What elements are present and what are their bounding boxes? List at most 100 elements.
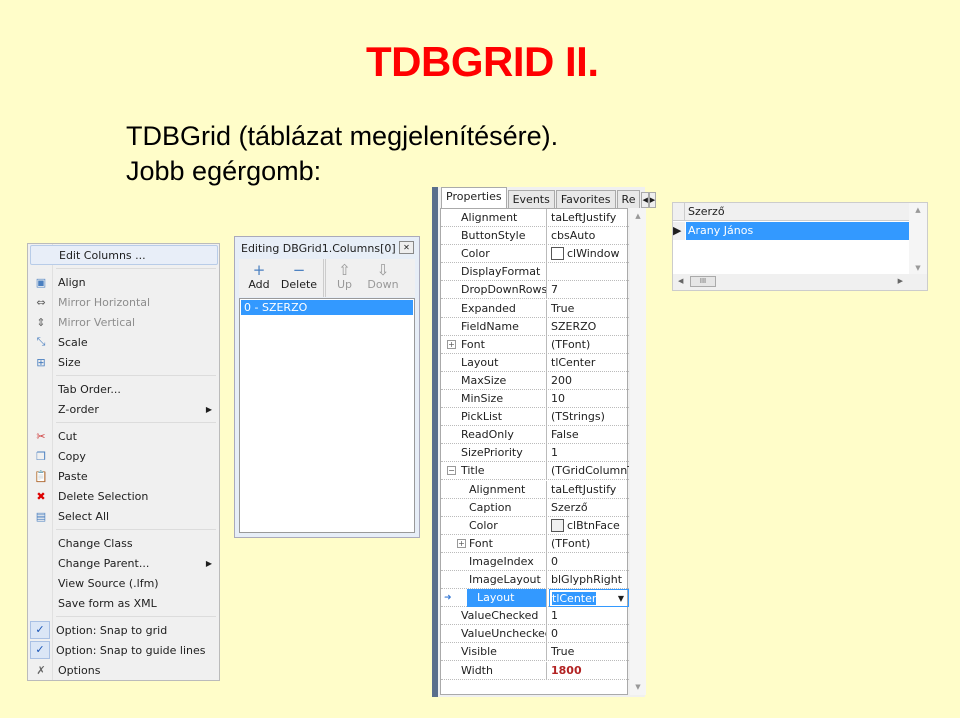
menu-item-paste[interactable]: 📋 Paste: [30, 466, 218, 486]
delete-button[interactable]: − Delete: [279, 259, 319, 297]
property-row[interactable]: MinSize 10: [441, 390, 629, 408]
property-value-text: 7: [551, 283, 558, 297]
delete-icon: ✖: [36, 489, 46, 503]
property-value: (TFont): [549, 336, 629, 354]
property-row[interactable]: MaxSize 200: [441, 371, 629, 390]
property-value-text: taLeftJustify: [551, 211, 617, 224]
menu-item-scale[interactable]: ⤡ Scale: [30, 332, 218, 352]
tab-re[interactable]: Re: [616, 190, 641, 208]
window-title: Editing DBGrid1.Columns[0]: [241, 241, 396, 255]
chevron-right-icon: ▶: [205, 404, 212, 414]
property-value: True: [549, 300, 629, 318]
collapse-icon[interactable]: −: [447, 466, 456, 476]
object-inspector: Properties Events Favorites Re ◀ ▶ Alignment t…: [432, 187, 657, 697]
property-row[interactable]: ValueUnchecked 0: [441, 625, 629, 644]
menu-item-option-snap-to-guide-lines[interactable]: ✓ Option: Snap to guide lines: [30, 640, 218, 660]
property-value: [549, 263, 629, 281]
property-row[interactable]: Caption Szerző: [441, 498, 629, 517]
menu-item-align[interactable]: ▣ Align: [30, 272, 218, 292]
column-header[interactable]: Szerző: [688, 203, 725, 221]
menu-item-option-snap-to-grid[interactable]: ✓ Option: Snap to grid: [30, 620, 218, 640]
property-name: MaxSize: [459, 371, 547, 390]
property-row[interactable]: ImageIndex 0: [441, 552, 629, 571]
expand-icon[interactable]: +: [447, 339, 456, 349]
horizontal-scrollbar[interactable]: ◀ III ▶: [673, 274, 927, 290]
tab-events[interactable]: Events: [507, 190, 555, 208]
property-value-text: (TFont): [551, 536, 591, 550]
property-row[interactable]: − Title (TGridColumnTi: [441, 462, 629, 481]
property-row[interactable]: Color clWindow: [441, 245, 629, 264]
property-row[interactable]: Alignment taLeftJustify: [441, 209, 629, 227]
menu-item-label: Tab Order...: [58, 382, 121, 396]
dropdown-arrow-icon[interactable]: ▼: [618, 590, 624, 606]
property-row[interactable]: Expanded True: [441, 299, 629, 318]
scrollbar[interactable]: ▲ ▼: [630, 208, 646, 695]
property-row[interactable]: ValueChecked 1: [441, 607, 629, 626]
property-value: False: [549, 426, 629, 444]
column-list[interactable]: 0 - SZERZO: [239, 298, 415, 533]
chevron-left-icon[interactable]: ◀: [641, 192, 649, 208]
property-row[interactable]: + Font (TFont): [441, 335, 629, 354]
dbgrid: Szerző ▶ Arany János ▲ ▼ ◀ III ▶: [672, 202, 928, 291]
add-label: Add: [248, 278, 270, 291]
property-row[interactable]: DisplayFormat: [441, 263, 629, 282]
color-swatch: [551, 247, 564, 261]
property-row[interactable]: Visible True: [441, 643, 629, 662]
menu-item-cut[interactable]: ✂ Cut: [30, 426, 218, 446]
menu-item-view-source-lfm[interactable]: View Source (.lfm): [30, 573, 218, 593]
menu-item-mirror-horizontal[interactable]: ⇔ Mirror Horizontal: [30, 292, 218, 312]
down-button[interactable]: ⇩ Down: [363, 259, 403, 297]
tab-properties[interactable]: Properties: [441, 187, 507, 208]
menu-item-copy[interactable]: ❐ Copy: [30, 446, 218, 466]
menu-item-mirror-vertical[interactable]: ⇕ Mirror Vertical: [30, 312, 218, 332]
property-row[interactable]: ButtonStyle cbsAuto: [441, 227, 629, 246]
property-row[interactable]: Width 1800: [441, 661, 629, 680]
menu-item-size[interactable]: ⊞ Size: [30, 352, 218, 372]
menu-item-change-class[interactable]: Change Class: [30, 533, 218, 553]
menu-item-label: Mirror Horizontal: [58, 295, 151, 309]
property-row[interactable]: + Font (TFont): [441, 534, 629, 553]
property-name: ValueUnchecked: [459, 625, 547, 644]
list-item[interactable]: 0 - SZERZO: [241, 300, 413, 315]
property-value-text: (TFont): [551, 337, 591, 351]
tab-favorites[interactable]: Favorites: [555, 190, 616, 208]
menu-item-delete-selection[interactable]: ✖ Delete Selection: [30, 486, 218, 506]
property-row[interactable]: Alignment taLeftJustify: [441, 480, 629, 499]
property-value-text: (TStrings): [551, 410, 605, 424]
property-name: Layout: [459, 353, 547, 372]
property-row[interactable]: DropDownRows 7: [441, 281, 629, 300]
property-row[interactable]: PickList (TStrings): [441, 408, 629, 427]
property-value-text: True: [551, 645, 575, 659]
menu-separator: [56, 422, 216, 423]
property-row[interactable]: FieldName SZERZO: [441, 317, 629, 336]
menu-item-label: Align: [58, 275, 86, 289]
menu-item-select-all[interactable]: ▤ Select All: [30, 506, 218, 526]
menu-item-label: Change Class: [58, 536, 133, 550]
menu-item-options[interactable]: ✗ Options: [30, 660, 218, 680]
property-row[interactable]: ➜ Layout tlCenter ▼: [441, 589, 629, 608]
menu-item-edit-columns[interactable]: Edit Columns ...: [30, 245, 218, 265]
add-button[interactable]: + Add: [239, 259, 279, 297]
property-value: taLeftJustify: [549, 481, 629, 499]
menu-separator: [56, 375, 216, 376]
chevron-right-icon[interactable]: ▶: [648, 192, 657, 208]
property-row[interactable]: Layout tlCenter: [441, 353, 629, 372]
property-name: PickList: [459, 408, 547, 427]
property-row[interactable]: ImageLayout blGlyphRight: [441, 571, 629, 589]
table-row[interactable]: ▶ Arany János: [673, 222, 909, 240]
property-name: Color: [459, 245, 547, 264]
property-value[interactable]: tlCenter ▼: [549, 589, 629, 608]
menu-item-change-parent[interactable]: Change Parent... ▶: [30, 553, 218, 573]
vertical-scrollbar[interactable]: ▲ ▼: [909, 203, 927, 275]
menu-item-save-form-as-xml[interactable]: Save form as XML: [30, 593, 218, 613]
property-row[interactable]: Color clBtnFace: [441, 516, 629, 535]
mirror-vertical-icon: ⇕: [36, 315, 46, 329]
up-button[interactable]: ⇧ Up: [323, 259, 363, 297]
close-icon[interactable]: ✕: [399, 241, 414, 254]
property-row[interactable]: ReadOnly False: [441, 426, 629, 445]
menu-item-z-order[interactable]: Z-order ▶: [30, 399, 218, 419]
menu-item-tab-order[interactable]: Tab Order...: [30, 379, 218, 399]
menu-item-label: Paste: [58, 469, 88, 483]
table-cell[interactable]: Arany János: [686, 222, 909, 240]
property-row[interactable]: SizePriority 1: [441, 444, 629, 463]
